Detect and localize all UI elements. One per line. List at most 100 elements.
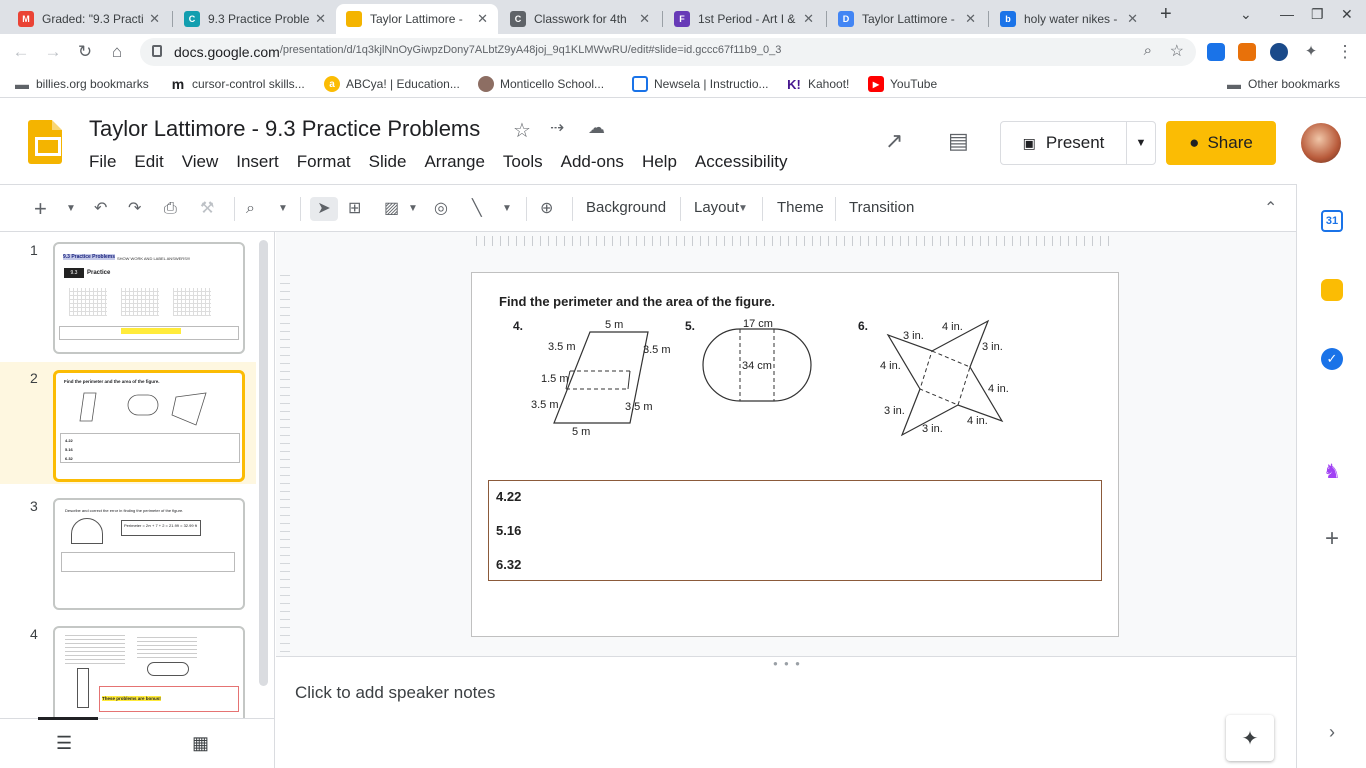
chevron-down-icon[interactable]: ▼ bbox=[1127, 137, 1155, 149]
address-bar[interactable]: docs.google.com/presentation/d/1q3kjlNnO… bbox=[140, 38, 1196, 66]
menu-edit[interactable]: Edit bbox=[134, 152, 163, 172]
menu-view[interactable]: View bbox=[182, 152, 219, 172]
zoom-icon[interactable]: ⌕ bbox=[246, 197, 255, 221]
tab-search-icon[interactable]: ⌄ bbox=[1240, 6, 1252, 23]
tab-graded[interactable]: M Graded: "9.3 Practice ✕ bbox=[8, 4, 170, 34]
filmstrip-slide-3[interactable]: 3 Describe and correct the error in find… bbox=[0, 490, 256, 612]
close-icon[interactable]: ✕ bbox=[803, 11, 814, 27]
back-icon[interactable]: ← bbox=[10, 41, 32, 63]
star-icon[interactable]: ☆ bbox=[513, 118, 531, 143]
window-close-icon[interactable]: ✕ bbox=[1341, 6, 1353, 23]
menu-format[interactable]: Format bbox=[297, 152, 351, 172]
tab-docs[interactable]: D Taylor Lattimore - ✕ bbox=[828, 4, 986, 34]
tab-bing[interactable]: b holy water nikes - ✕ bbox=[990, 4, 1148, 34]
menu-accessibility[interactable]: Accessibility bbox=[695, 152, 788, 172]
unicorn-addon-icon[interactable]: ♞ bbox=[1321, 459, 1343, 483]
more-menu-icon[interactable]: ⋮ bbox=[1334, 41, 1356, 63]
close-icon[interactable]: ✕ bbox=[639, 11, 650, 27]
move-folder-icon[interactable]: ⇢ bbox=[550, 118, 564, 138]
chevron-down-icon[interactable]: ▼ bbox=[66, 197, 76, 221]
bookmark-youtube[interactable]: ▶ YouTube bbox=[868, 76, 937, 92]
menu-add-ons[interactable]: Add-ons bbox=[561, 152, 624, 172]
home-icon[interactable]: ⌂ bbox=[106, 41, 128, 63]
undo-icon[interactable]: ↶ bbox=[94, 197, 107, 221]
grid-view-icon[interactable]: ▦ bbox=[192, 733, 209, 754]
speaker-notes-input[interactable]: Click to add speaker notes bbox=[295, 683, 495, 703]
chevron-down-icon[interactable]: ▼ bbox=[502, 197, 512, 221]
layout-button[interactable]: Layout bbox=[694, 199, 739, 216]
new-tab-icon[interactable]: + bbox=[1160, 3, 1172, 26]
slides-logo-icon[interactable] bbox=[28, 120, 62, 164]
forward-icon[interactable]: → bbox=[42, 41, 64, 63]
close-icon[interactable]: ✕ bbox=[965, 11, 976, 27]
menu-insert[interactable]: Insert bbox=[236, 152, 279, 172]
bookmark-billies[interactable]: ▬ billies.org bookmarks bbox=[14, 76, 149, 92]
tab-classwork[interactable]: C Classwork for 4th ✕ bbox=[500, 4, 660, 34]
paint-format-icon[interactable]: ⚒ bbox=[200, 197, 214, 221]
menu-tools[interactable]: Tools bbox=[503, 152, 543, 172]
close-icon[interactable]: ✕ bbox=[315, 11, 326, 27]
bookmark-abcya[interactable]: a ABCya! | Education... bbox=[324, 76, 460, 92]
close-icon[interactable]: ✕ bbox=[477, 11, 488, 27]
reload-icon[interactable]: ↻ bbox=[74, 41, 96, 63]
calendar-icon[interactable]: 31 bbox=[1321, 210, 1343, 232]
menu-help[interactable]: Help bbox=[642, 152, 677, 172]
share-button[interactable]: ● Share bbox=[1166, 121, 1276, 165]
filmstrip-slide-2[interactable]: 2 Find the perimeter and the area of the… bbox=[0, 362, 256, 484]
avatar[interactable] bbox=[1301, 123, 1341, 163]
drag-handle-icon[interactable]: ● ● ● bbox=[773, 659, 802, 668]
zoom-icon[interactable]: ⌕ bbox=[1144, 42, 1152, 59]
bookmark-cursor-control[interactable]: m cursor-control skills... bbox=[170, 76, 305, 92]
answer-5[interactable]: 5.16 bbox=[496, 523, 521, 538]
extensions-puzzle-icon[interactable]: ✦ bbox=[1300, 41, 1322, 63]
bookmark-kahoot[interactable]: K! Kahoot! bbox=[786, 76, 849, 92]
restore-icon[interactable]: ❐ bbox=[1311, 6, 1324, 23]
image-icon[interactable]: ▨ bbox=[384, 197, 399, 221]
filmstrip-view-icon[interactable]: ☰ bbox=[56, 733, 72, 754]
redo-icon[interactable]: ↷ bbox=[128, 197, 141, 221]
filmstrip-slide-1[interactable]: 1 9.3 Practice Problems SHOW WORK AND LA… bbox=[0, 234, 256, 356]
answer-text-box[interactable]: 4.22 5.16 6.32 bbox=[488, 480, 1102, 581]
bookmark-newsela[interactable]: Newsela | Instructio... bbox=[632, 76, 769, 92]
answer-4[interactable]: 4.22 bbox=[496, 489, 521, 504]
select-cursor-icon[interactable]: ➤ bbox=[310, 197, 338, 221]
new-slide-icon[interactable]: + bbox=[34, 197, 47, 221]
collapse-chevron-up-icon[interactable]: ⌃ bbox=[1264, 197, 1277, 221]
add-comment-icon[interactable]: ⊕ bbox=[540, 197, 553, 221]
comments-icon[interactable]: ▤ bbox=[948, 128, 969, 154]
present-button[interactable]: ▣ Present ▼ bbox=[1000, 121, 1156, 165]
keep-icon[interactable] bbox=[1321, 279, 1343, 301]
chevron-down-icon[interactable]: ▼ bbox=[408, 197, 418, 221]
explore-sparkle-icon[interactable]: ✦ bbox=[1226, 715, 1274, 761]
extension-k-icon[interactable] bbox=[1270, 43, 1288, 61]
horizontal-ruler[interactable] bbox=[476, 236, 1116, 246]
tab-forms[interactable]: F 1st Period - Art I & ✕ bbox=[664, 4, 824, 34]
tab-slides-active[interactable]: Taylor Lattimore - ✕ bbox=[336, 4, 498, 34]
chevron-right-icon[interactable]: › bbox=[1321, 722, 1343, 744]
shape-icon[interactable]: ◎ bbox=[434, 197, 448, 221]
other-bookmarks[interactable]: ▬ Other bookmarks bbox=[1226, 76, 1340, 92]
menu-file[interactable]: File bbox=[89, 152, 116, 172]
filmstrip-slide-4[interactable]: 4 These problems are bonus! bbox=[0, 618, 256, 718]
line-icon[interactable]: ╲ bbox=[472, 197, 482, 221]
theme-button[interactable]: Theme bbox=[777, 199, 824, 216]
minimize-icon[interactable]: — bbox=[1280, 6, 1294, 22]
current-slide[interactable]: Find the perimeter and the area of the f… bbox=[471, 272, 1119, 637]
document-title[interactable]: Taylor Lattimore - 9.3 Practice Problems bbox=[89, 116, 480, 142]
extension-new-icon[interactable] bbox=[1238, 43, 1256, 61]
menu-arrange[interactable]: Arrange bbox=[424, 152, 484, 172]
vertical-ruler[interactable] bbox=[280, 272, 290, 652]
menu-slide[interactable]: Slide bbox=[369, 152, 407, 172]
slide-heading[interactable]: Find the perimeter and the area of the f… bbox=[499, 294, 775, 309]
close-icon[interactable]: ✕ bbox=[149, 11, 160, 27]
transition-button[interactable]: Transition bbox=[849, 199, 914, 216]
bookmark-monticello[interactable]: Monticello School... bbox=[478, 76, 604, 92]
filmstrip-scrollbar[interactable] bbox=[259, 240, 268, 686]
tab-classroom[interactable]: C 9.3 Practice Proble ✕ bbox=[174, 4, 336, 34]
star-icon[interactable]: ☆ bbox=[1170, 41, 1184, 61]
activity-trend-icon[interactable]: ↗ bbox=[885, 128, 903, 154]
background-button[interactable]: Background bbox=[586, 199, 666, 216]
answer-6[interactable]: 6.32 bbox=[496, 557, 521, 572]
print-icon[interactable]: ⎙ bbox=[164, 197, 177, 221]
add-addon-icon[interactable]: + bbox=[1321, 527, 1343, 551]
